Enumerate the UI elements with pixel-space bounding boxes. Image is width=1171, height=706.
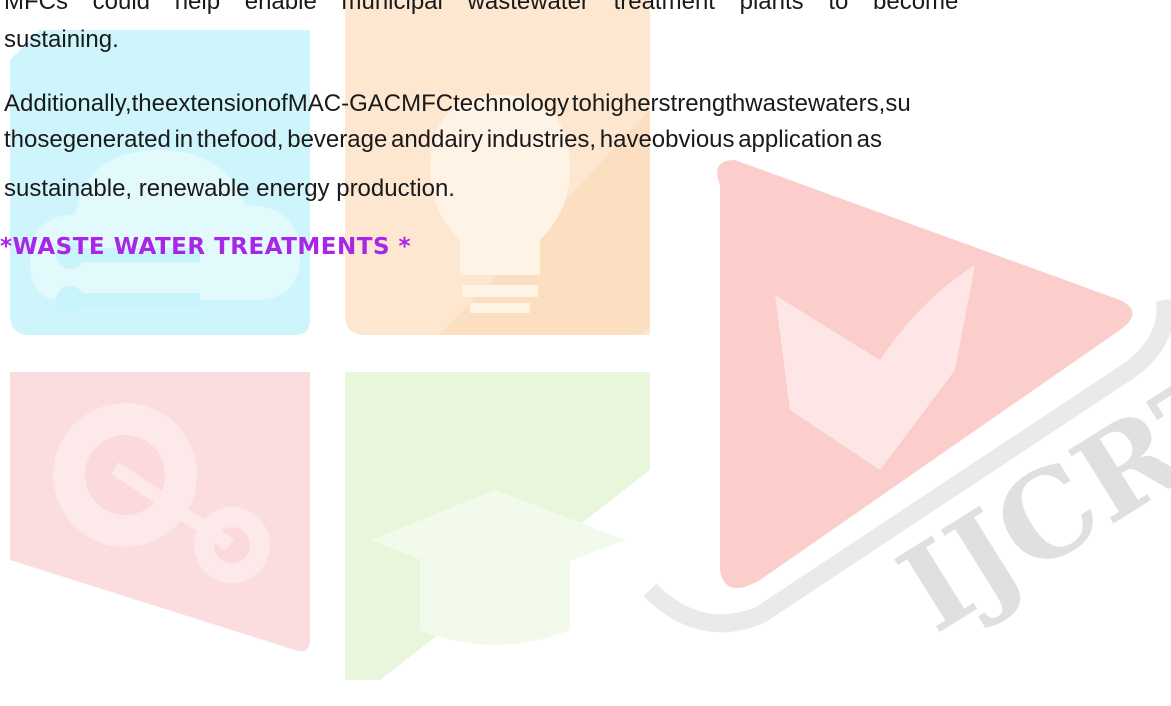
paragraph-2-line-2: thosegenerated in thefood, beverage andd…: [4, 126, 882, 153]
paragraph-1-line-2: sustaining.: [4, 26, 119, 53]
paragraph-2-line-3: sustainable, renewable energy production…: [4, 175, 455, 202]
section-heading: *WASTE WATER TREATMENTS *: [0, 234, 412, 260]
paragraph-2-line-1: Additionally,theextensionofMAC-GACMFCtec…: [4, 90, 911, 117]
document-page: MFCs could help enable municipal wastewa…: [0, 0, 1171, 706]
paragraph-1-line-1: MFCs could help enable municipal wastewa…: [4, 0, 959, 15]
